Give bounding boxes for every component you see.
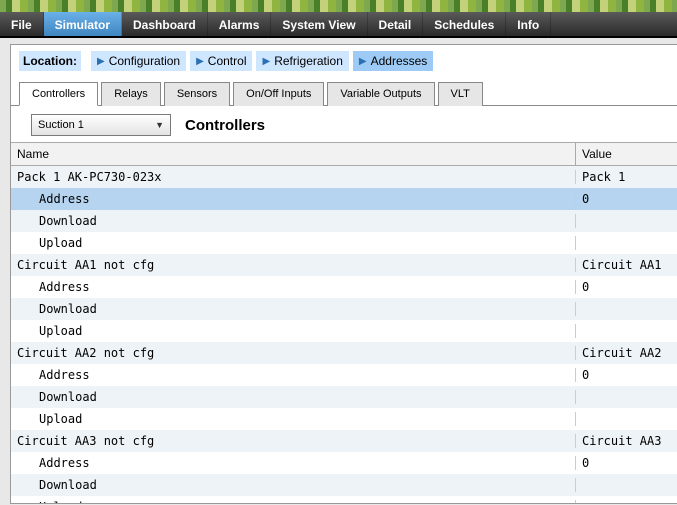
cell-value: Circuit AA3 <box>576 434 677 448</box>
table-row[interactable]: Download <box>11 386 677 408</box>
cell-value: 0 <box>576 192 677 206</box>
cell-name: Upload <box>11 236 576 250</box>
tab-vlt[interactable]: VLT <box>438 82 483 106</box>
menu-item-simulator[interactable]: Simulator <box>44 12 122 36</box>
suction-dropdown[interactable]: Suction 1 ▼ <box>31 114 171 136</box>
cell-name: Pack 1 AK-PC730-023x <box>11 170 576 184</box>
menu-item-detail[interactable]: Detail <box>368 12 424 36</box>
table-row[interactable]: Pack 1 AK-PC730-023xPack 1 <box>11 166 677 188</box>
cell-name: Circuit AA2 not cfg <box>11 346 576 360</box>
main-menubar: FileSimulatorDashboardAlarmsSystem ViewD… <box>0 12 677 38</box>
breadcrumb-item-label: Configuration <box>109 54 180 68</box>
tab-sensors[interactable]: Sensors <box>164 82 230 106</box>
tab-on-off-inputs[interactable]: On/Off Inputs <box>233 82 324 106</box>
menu-item-dashboard[interactable]: Dashboard <box>122 12 208 36</box>
cell-name: Upload <box>11 500 576 503</box>
cell-value: Circuit AA1 <box>576 258 677 272</box>
menu-item-info[interactable]: Info <box>506 12 551 36</box>
cell-name: Download <box>11 302 576 316</box>
table-row[interactable]: Address0 <box>11 188 677 210</box>
tab-variable-outputs[interactable]: Variable Outputs <box>327 82 434 106</box>
content-panel: Location: ▶ Configuration ▶ Control ▶ Refrige… <box>10 44 677 504</box>
cell-name: Upload <box>11 412 576 426</box>
menu-item-file[interactable]: File <box>0 12 44 36</box>
table-body: Pack 1 AK-PC730-023xPack 1Address0Downlo… <box>11 166 677 503</box>
page-title: Controllers <box>185 117 265 134</box>
cell-value: Pack 1 <box>576 170 677 184</box>
breadcrumb-item-configuration[interactable]: ▶ Configuration <box>91 51 186 71</box>
table-row[interactable]: Circuit AA3 not cfgCircuit AA3 <box>11 430 677 452</box>
table-row[interactable]: Address0 <box>11 364 677 386</box>
cell-name: Circuit AA1 not cfg <box>11 258 576 272</box>
column-header-name[interactable]: Name <box>11 143 576 165</box>
breadcrumb-item-refrigeration[interactable]: ▶ Refrigeration <box>256 51 348 71</box>
cell-name: Address <box>11 192 576 206</box>
table-row[interactable]: Download <box>11 298 677 320</box>
breadcrumb-arrow-icon: ▶ <box>262 56 270 67</box>
tab-relays[interactable]: Relays <box>101 82 161 106</box>
breadcrumb-item-label: Addresses <box>371 54 428 68</box>
cell-name: Address <box>11 456 576 470</box>
cell-name: Download <box>11 478 576 492</box>
breadcrumb-item-control[interactable]: ▶ Control <box>190 51 252 71</box>
cell-name: Address <box>11 280 576 294</box>
breadcrumb: Location: ▶ Configuration ▶ Control ▶ Refrige… <box>11 45 677 81</box>
breadcrumb-arrow-icon: ▶ <box>97 56 105 67</box>
table-row[interactable]: Address0 <box>11 276 677 298</box>
tabbar: ControllersRelaysSensorsOn/Off InputsVar… <box>11 81 677 106</box>
table-row[interactable]: Circuit AA2 not cfgCircuit AA2 <box>11 342 677 364</box>
controllers-table: Name Value Pack 1 AK-PC730-023xPack 1Add… <box>11 142 677 503</box>
table-row[interactable]: Download <box>11 210 677 232</box>
breadcrumb-item-addresses[interactable]: ▶ Addresses <box>353 51 433 71</box>
breadcrumb-item-label: Control <box>208 54 247 68</box>
decorative-top-border <box>0 0 677 12</box>
table-row[interactable]: Upload <box>11 496 677 503</box>
column-header-value[interactable]: Value <box>576 143 677 165</box>
tab-controllers[interactable]: Controllers <box>19 82 98 106</box>
breadcrumb-arrow-icon: ▶ <box>359 56 367 67</box>
menu-item-schedules[interactable]: Schedules <box>423 12 506 36</box>
cell-name: Download <box>11 390 576 404</box>
chevron-down-icon: ▼ <box>155 120 164 130</box>
table-row[interactable]: Upload <box>11 408 677 430</box>
table-row[interactable]: Upload <box>11 320 677 342</box>
breadcrumb-label: Location: <box>19 51 81 71</box>
table-header: Name Value <box>11 142 677 166</box>
cell-name: Circuit AA3 not cfg <box>11 434 576 448</box>
breadcrumb-item-label: Refrigeration <box>274 54 343 68</box>
table-row[interactable]: Upload <box>11 232 677 254</box>
table-row[interactable]: Download <box>11 474 677 496</box>
table-row[interactable]: Circuit AA1 not cfgCircuit AA1 <box>11 254 677 276</box>
cell-value: Circuit AA2 <box>576 346 677 360</box>
cell-value: 0 <box>576 456 677 470</box>
cell-value: 0 <box>576 368 677 382</box>
menu-item-system-view[interactable]: System View <box>271 12 367 36</box>
menu-item-alarms[interactable]: Alarms <box>208 12 272 36</box>
cell-name: Address <box>11 368 576 382</box>
cell-name: Upload <box>11 324 576 338</box>
cell-name: Download <box>11 214 576 228</box>
cell-value: 0 <box>576 280 677 294</box>
dropdown-selected: Suction 1 <box>38 119 84 131</box>
toolbar: Suction 1 ▼ Controllers <box>11 106 677 142</box>
breadcrumb-arrow-icon: ▶ <box>196 56 204 67</box>
table-row[interactable]: Address0 <box>11 452 677 474</box>
